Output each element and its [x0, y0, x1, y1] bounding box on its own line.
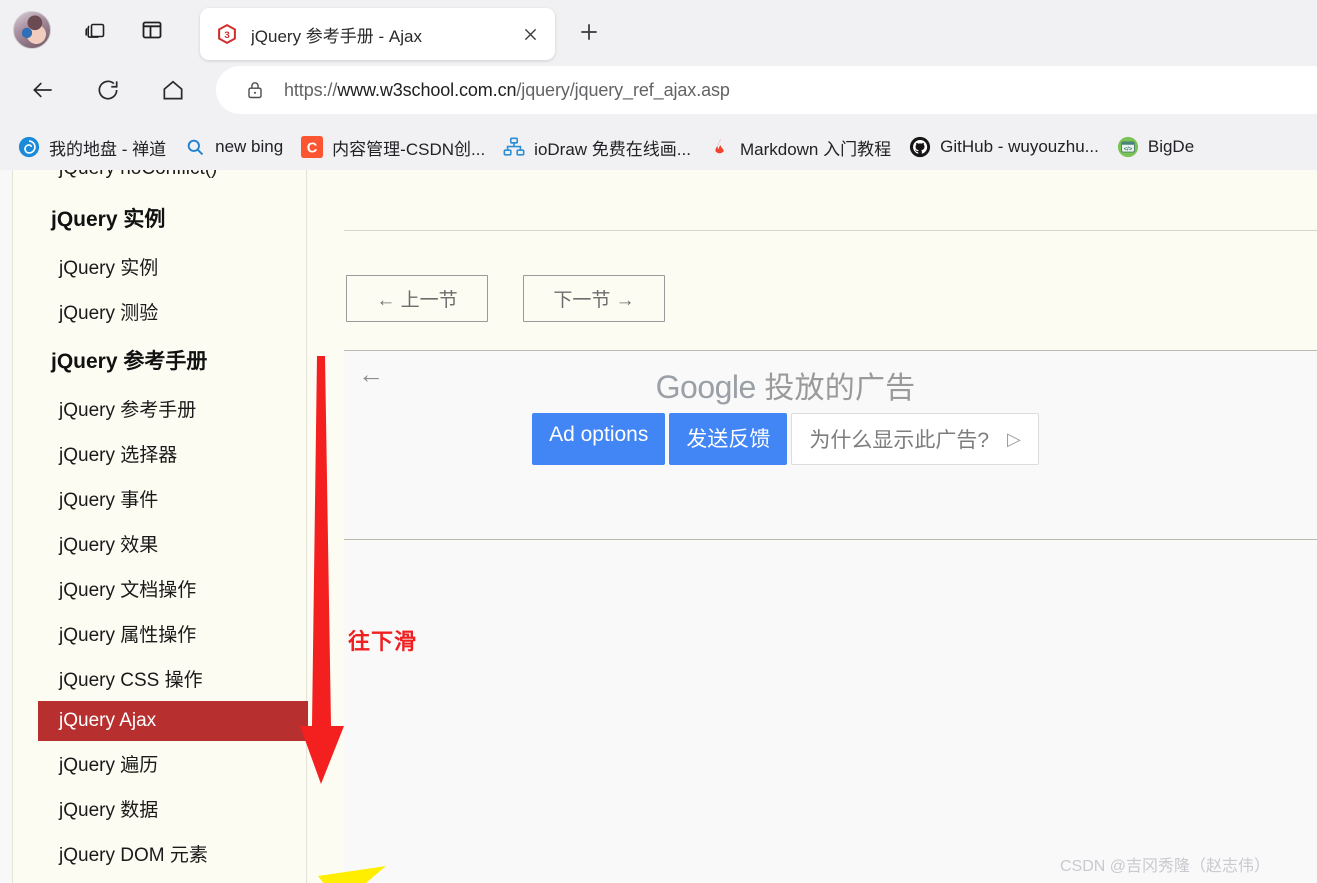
yellow-pointer-annotation [318, 866, 533, 883]
ad-buttons-row: Ad options 发送反馈 为什么显示此广告? ▷ [344, 413, 1317, 465]
bookmark-label: 内容管理-CSDN创... [332, 139, 486, 159]
sidebar-item[interactable]: jQuery 参考手册 [13, 386, 308, 431]
home-icon[interactable] [154, 71, 192, 109]
bookmark-label: GitHub - wuyouzhu... [940, 137, 1099, 156]
svg-text:C: C [307, 141, 318, 157]
bookmark-label: Markdown 入门教程 [739, 139, 892, 159]
ad-title: Google 投放的广告 [344, 363, 1317, 407]
partial-content-row [330, 170, 890, 180]
iodraw-icon [503, 136, 525, 158]
lock-icon [246, 80, 264, 100]
search-icon [184, 136, 206, 158]
play-icon: ▷ [1007, 428, 1021, 449]
screenshot-root: 3 jQuery 参考手册 - Ajax https://www.w3schoo… [0, 0, 1317, 883]
sidebar-item-active[interactable]: jQuery Ajax [38, 701, 308, 741]
sidebar-group-heading: jQuery 实例 [51, 208, 166, 231]
sidebar-item[interactable]: jQuery 事件 [13, 476, 308, 521]
w3school-favicon: 3 [216, 23, 238, 45]
page-content: ← 上一节 下一节 → ← Google 投放的广告 Ad options 发送… [308, 170, 1317, 883]
bookmarks-bar: 我的地盘 - 禅道 new bing C 内容管理-CSDN创... ioDraw 免费… [0, 124, 1317, 170]
section-nav-buttons: ← 上一节 下一节 → [346, 275, 665, 322]
bookmark-item[interactable]: </> BigDe [1117, 131, 1194, 163]
avatar[interactable] [13, 11, 51, 49]
sidebar-item[interactable]: jQuery 测验 [13, 289, 308, 334]
sidebar-item[interactable]: jQuery 实例 [13, 244, 308, 289]
sidebar-item[interactable]: jQuery 效果 [13, 521, 308, 566]
flame-icon [709, 136, 731, 158]
ad-options-button[interactable]: Ad options [532, 413, 666, 465]
why-this-ad-button[interactable]: 为什么显示此广告? ▷ [791, 413, 1039, 465]
bookmark-item[interactable]: C 内容管理-CSDN创... [301, 131, 485, 163]
sidebar-item[interactable]: jQuery 核心 [13, 876, 308, 883]
ad-title-rest: 投放的广告 [764, 372, 916, 405]
google-logo: Google [655, 369, 757, 405]
browser-chrome: 3 jQuery 参考手册 - Ajax https://www.w3schoo… [0, 0, 1317, 170]
sidebar-item[interactable]: jQuery CSS 操作 [13, 656, 308, 701]
browser-tab[interactable]: 3 jQuery 参考手册 - Ajax [200, 8, 555, 60]
new-tab-button[interactable] [573, 16, 605, 48]
sidebar-item[interactable]: jQuery 属性操作 [13, 611, 308, 656]
page-viewport: jQuery noConflict() jQuery 实例jQuery 实例jQ… [0, 170, 1317, 883]
bookmark-label: ioDraw 免费在线画... [534, 139, 691, 159]
svg-text:</>: </> [1124, 146, 1133, 152]
reload-button[interactable] [89, 71, 127, 109]
sidebar-item[interactable]: jQuery 数据 [13, 786, 308, 831]
csdn-watermark: CSDN @吉冈秀隆（赵志伟） [1060, 858, 1271, 875]
close-icon[interactable] [515, 19, 545, 49]
page-sidebar: jQuery noConflict() jQuery 实例jQuery 实例jQ… [12, 170, 308, 883]
csdn-icon: C [301, 136, 324, 158]
scroll-down-annotation: 往下滑 [348, 629, 418, 654]
tab-strip: 3 jQuery 参考手册 - Ajax [0, 0, 1317, 62]
bookmark-label: new bing [215, 137, 284, 156]
next-section-button[interactable]: 下一节 → [523, 275, 665, 322]
ad-empty-area [344, 541, 1317, 883]
bookmark-item[interactable]: ioDraw 免费在线画... [503, 131, 691, 163]
github-icon [909, 136, 931, 158]
content-divider [344, 230, 1317, 231]
bigdecode-icon: </> [1117, 136, 1139, 158]
sidebar-item-partial[interactable]: jQuery noConflict() [59, 170, 217, 180]
navigation-bar: https://www.w3school.com.cn/jquery/jquer… [0, 62, 1317, 118]
send-feedback-button[interactable]: 发送反馈 [669, 413, 788, 465]
zentao-icon [18, 136, 40, 158]
url-text: https://www.w3school.com.cn/jquery/jquer… [284, 79, 730, 100]
sidebar-group-heading: jQuery 参考手册 [51, 350, 208, 373]
bookmark-label: BigDe [1147, 137, 1195, 156]
bookmark-item[interactable]: 我的地盘 - 禅道 [18, 131, 166, 163]
sidebar-item[interactable]: jQuery 选择器 [13, 431, 308, 476]
red-down-arrow-annotation [300, 356, 346, 791]
bookmark-item[interactable]: Markdown 入门教程 [709, 131, 891, 163]
back-button[interactable] [24, 71, 62, 109]
why-this-ad-label: 为什么显示此广告? [809, 429, 990, 452]
sidebar-item[interactable]: jQuery 遍历 [13, 741, 308, 786]
collections-icon[interactable] [80, 14, 112, 46]
sidebar-nav-list: jQuery 实例 jQuery 实例 jQuery 测验 jQuery 参考手册 jQ… [13, 192, 308, 883]
prev-section-button[interactable]: ← 上一节 [346, 275, 488, 322]
bookmark-item[interactable]: GitHub - wuyouzhu... [909, 131, 1099, 163]
split-screen-icon[interactable] [136, 14, 168, 46]
bookmark-item[interactable]: new bing [184, 131, 283, 163]
tab-title: jQuery 参考手册 - Ajax [251, 26, 422, 46]
bookmark-label: 我的地盘 - 禅道 [49, 139, 167, 159]
sidebar-item[interactable]: jQuery 文档操作 [13, 566, 308, 611]
google-ad-block: ← Google 投放的广告 Ad options 发送反馈 为什么显示此广告?… [344, 350, 1317, 540]
address-bar[interactable]: https://www.w3school.com.cn/jquery/jquer… [216, 66, 1317, 114]
sidebar-item[interactable]: jQuery DOM 元素 [13, 831, 308, 876]
svg-text:3: 3 [224, 30, 229, 41]
